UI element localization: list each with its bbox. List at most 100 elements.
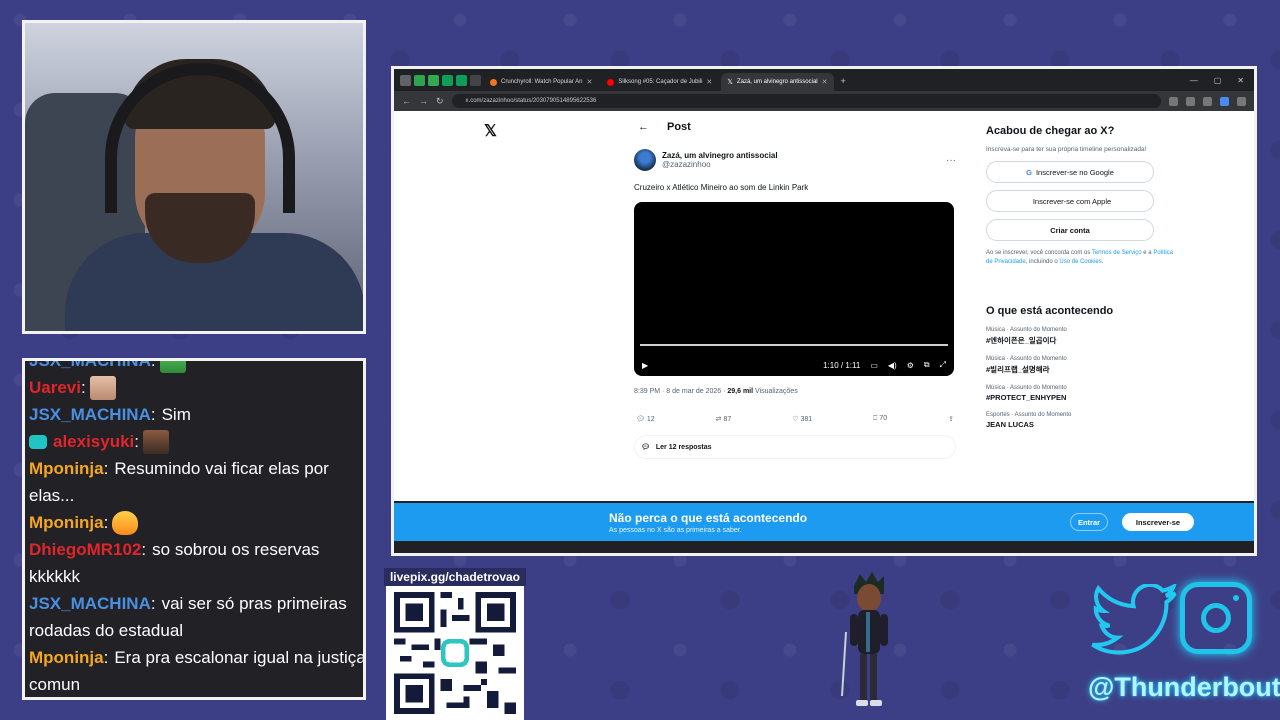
extension-icon[interactable] [1186, 96, 1195, 106]
fullscreen-icon[interactable]: ⤢ [940, 360, 946, 370]
tab-crunchyroll[interactable]: Crunchyroll: Watch Popular An ✕ [484, 73, 598, 91]
tab-pinned-icon[interactable] [414, 75, 425, 86]
reply-button[interactable]: 💬︎ 12 [636, 415, 655, 423]
tab-misc-icon[interactable] [470, 75, 481, 86]
tab-label: Crunchyroll: Watch Popular An [501, 79, 583, 85]
captions-icon[interactable]: ▭ [870, 361, 878, 370]
chat-username[interactable]: alexisyuki [53, 428, 134, 455]
crunchyroll-icon [490, 78, 497, 86]
tab-drive-icon[interactable] [428, 75, 439, 86]
google-signup-button[interactable]: G Inscrever-se no Google [986, 161, 1154, 183]
read-replies-label: Ler 12 respostas [655, 443, 712, 451]
maximize-icon[interactable]: ▢ [1214, 76, 1222, 85]
bookmark-count: 70 [879, 415, 888, 422]
video-player[interactable]: ▶ 1:10 / 1:11 ▭ ◀) ⚙ ⧉ ⤢ [634, 202, 954, 376]
trend-item[interactable]: Esportes · Assunto do Momento JEAN LUCAS [986, 412, 1176, 429]
terms-link[interactable]: Termos de Serviço [1092, 250, 1142, 256]
chat-message: Mponinja: Resumindo vai ficar elas por [29, 455, 359, 482]
play-icon[interactable]: ▶ [642, 361, 648, 370]
trend-name: #엔하이픈은_일곱이다 [986, 336, 1057, 345]
pip-icon[interactable]: ⧉ [924, 360, 930, 370]
chat-username[interactable]: JSX_MACHINA [29, 361, 151, 374]
legal-part: . [1101, 259, 1104, 265]
close-window-icon[interactable]: ✕ [1237, 76, 1244, 85]
google-icon: G [1026, 167, 1032, 177]
trend-category: Música · Assunto do Momento [986, 356, 1067, 362]
more-options-icon[interactable]: ··· [946, 155, 956, 166]
back-arrow-icon[interactable]: ← [402, 96, 411, 106]
chat-username[interactable]: Uarevi [29, 374, 81, 401]
menu-icon[interactable] [1237, 96, 1246, 106]
video-progress-bar[interactable] [640, 344, 948, 346]
create-account-button[interactable]: Criar conta [986, 219, 1154, 241]
tab-sheets2-icon[interactable] [456, 75, 467, 86]
signup-button[interactable]: Inscrever-se [1122, 513, 1194, 531]
signup-heading: Acabou de chegar ao X? [986, 125, 1115, 137]
reply-icon: 💬︎ [636, 416, 645, 423]
profile-icon[interactable] [1220, 96, 1229, 106]
chat-username[interactable]: Mponinja [29, 644, 104, 671]
chat-message: DhiegoMR102: so sobrou os reservas [29, 536, 359, 563]
reload-icon[interactable]: ↻ [436, 96, 444, 107]
tweet-timestamp[interactable]: 8:39 PM · 8 de mar de 2026 · [634, 388, 727, 395]
read-replies-button[interactable]: 💬︎ Ler 12 respostas [634, 435, 956, 459]
chat-username[interactable]: Mponinja [29, 509, 104, 536]
chat-text: vai ser só pras primeiras [161, 594, 347, 613]
tab-youtube[interactable]: Silksong #05: Caçador de Jubili ✕ [601, 73, 718, 91]
forward-arrow-icon[interactable]: → [419, 96, 428, 106]
bookmark-star-icon[interactable] [1203, 96, 1212, 106]
banner-title: Não perca o que está acontecendo [609, 511, 808, 525]
settings-gear-icon[interactable]: ⚙ [907, 361, 914, 370]
close-icon[interactable]: ✕ [586, 78, 592, 86]
x-logo-icon[interactable]: 𝕏 [484, 121, 497, 141]
cookies-link[interactable]: Uso de Cookies [1059, 259, 1101, 265]
close-icon[interactable]: ✕ [706, 78, 712, 86]
browser-window: Crunchyroll: Watch Popular An ✕ Silksong… [391, 66, 1257, 556]
chat-colon: : [141, 540, 147, 559]
trend-item[interactable]: Música · Assunto do Momento #PROTECT_ENHY… [986, 385, 1176, 402]
chat-username[interactable]: DhiegoMR102 [29, 536, 141, 563]
instagram-lens [1201, 603, 1231, 633]
window-controls: — ▢ ✕ [1190, 76, 1254, 91]
chat-username[interactable]: JSX_MACHINA [29, 401, 151, 428]
tweet-text: Cruzeiro x Atlético Mineiro ao som de Li… [634, 183, 809, 192]
trend-item[interactable]: Música · Assunto do Momento #빌리프랩_설명해라 [986, 356, 1176, 375]
apple-signup-button[interactable]: Inscrever-se com Apple [986, 190, 1154, 212]
author-handle[interactable]: @zazazinhoo [662, 160, 778, 169]
retweet-button[interactable]: ⇄ 87 [716, 415, 732, 423]
chat-username[interactable]: JSX_MACHINA [29, 590, 151, 617]
share-icon[interactable]: ⇪ [948, 415, 954, 423]
like-button[interactable]: ♡ 381 [792, 415, 812, 423]
social-handle: @Thunderbout [1088, 672, 1280, 702]
tab-x-post[interactable]: 𝕏 Zazá, um alvinegro antissocial ✕ [721, 73, 834, 91]
bookmark-button[interactable]: ⎕ 70 [873, 415, 887, 423]
url-input[interactable]: x.com/zazazinhoo/status/2030790514895622… [451, 94, 1161, 108]
new-tab-icon[interactable]: + [841, 76, 846, 86]
chat-message: rodadas do estadual [29, 617, 359, 644]
banner-subtitle: As pessoas no X são as primeiras a saber… [609, 527, 742, 534]
video-time: 1:10 / 1:11 [823, 360, 861, 370]
tab-search-icon[interactable] [400, 75, 411, 86]
chat-message: elas... [29, 482, 359, 509]
author-name[interactable]: Zazá, um alvinegro antissocial [662, 151, 778, 160]
trends-heading: O que está acontecendo [986, 305, 1114, 317]
trend-item[interactable]: Música · Assunto do Momento #엔하이픈은_일곱이다 [986, 327, 1176, 346]
back-arrow-icon[interactable]: ← [638, 121, 649, 133]
chat-colon: : [150, 594, 156, 613]
legal-part: , incluindo o [1025, 259, 1060, 265]
chat-message: JSX_MACHINA: Sim [29, 401, 359, 428]
heart-icon: ♡ [792, 416, 799, 423]
chat-username[interactable]: Mponinja [29, 455, 104, 482]
login-button[interactable]: Entrar [1070, 513, 1108, 531]
close-icon[interactable]: ✕ [822, 78, 828, 86]
trend-name: #PROTECT_ENHYPEN [986, 393, 1067, 402]
trend-name: #빌리프랩_설명해라 [986, 365, 1050, 374]
fire-emote-icon [112, 510, 139, 535]
tab-sheets-icon[interactable] [442, 75, 453, 86]
post-header: ← Post [634, 111, 956, 143]
minimize-icon[interactable]: — [1190, 76, 1198, 85]
chat-message: kkkkkk [29, 563, 359, 590]
avatar[interactable] [634, 149, 656, 171]
zoom-icon[interactable] [1169, 96, 1178, 106]
volume-icon[interactable]: ◀) [888, 361, 897, 370]
